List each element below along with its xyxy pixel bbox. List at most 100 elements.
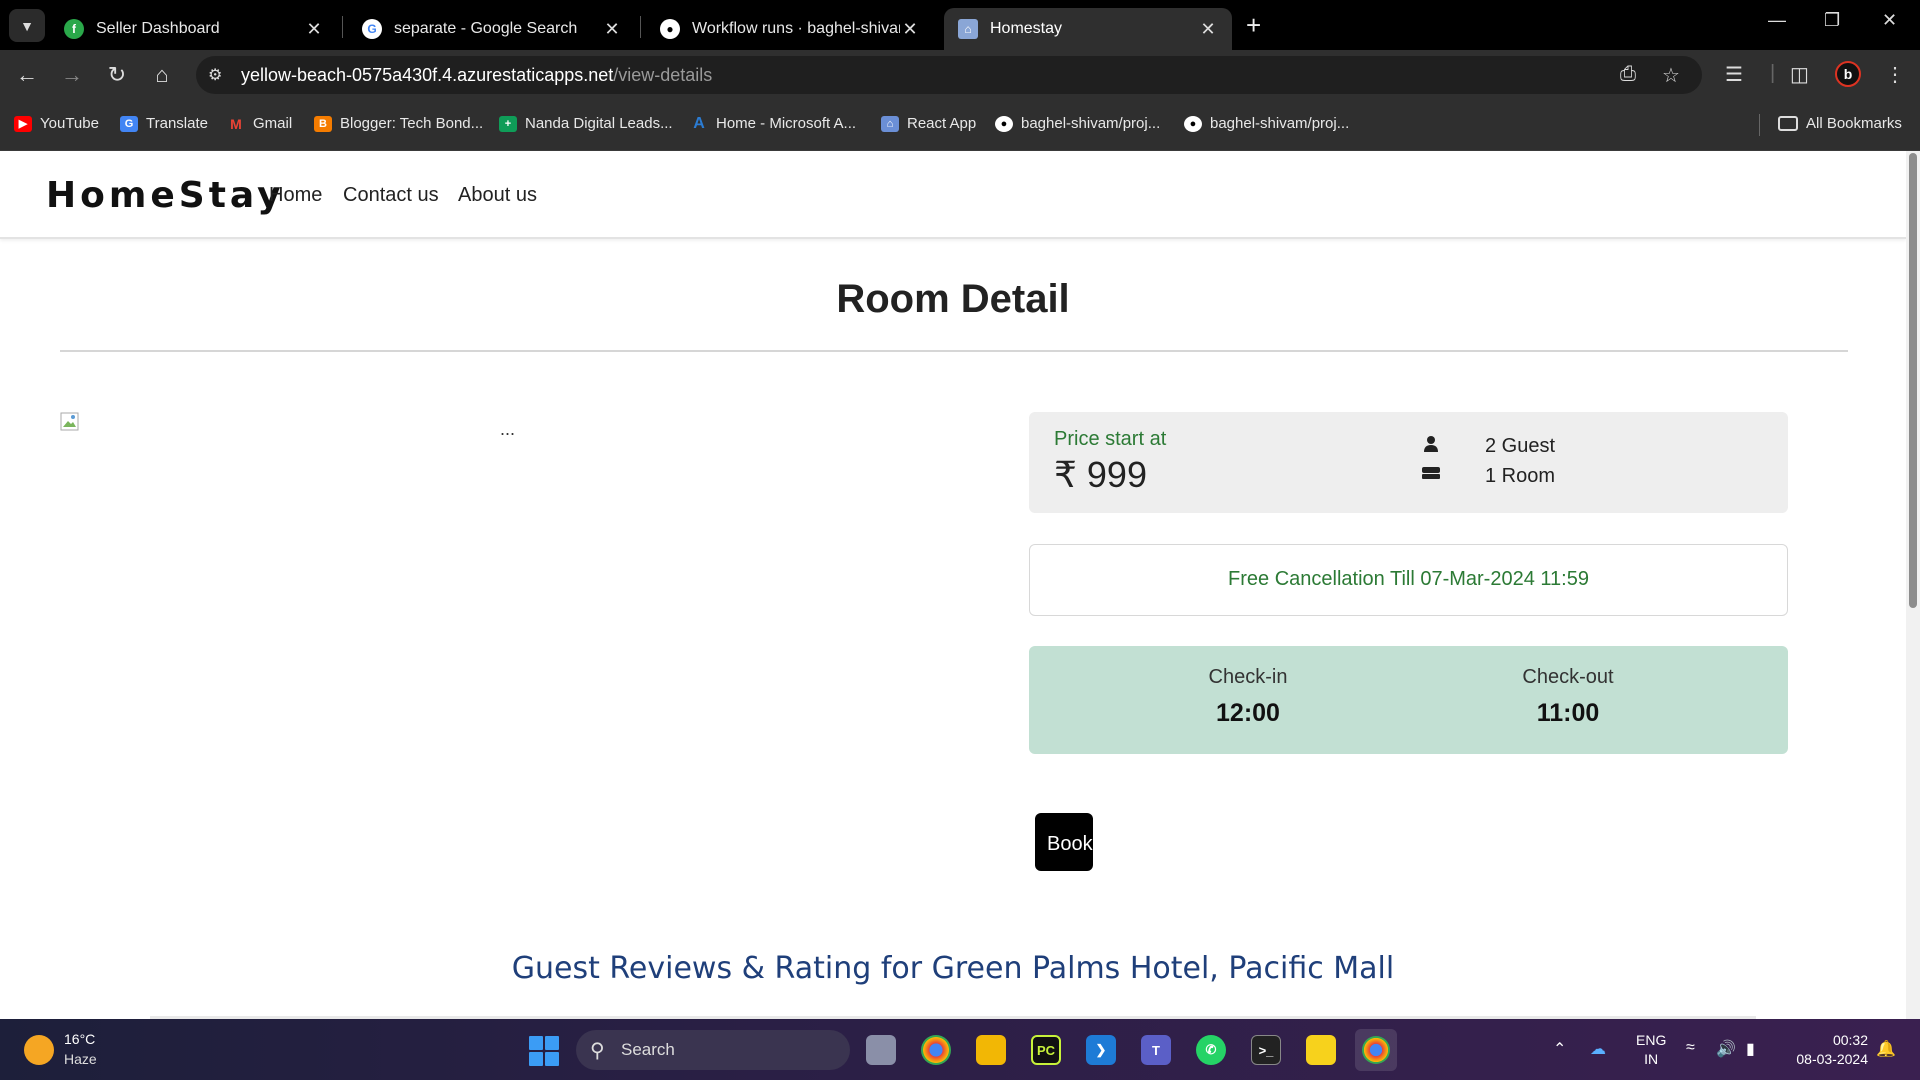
tab-seller-dashboard[interactable]: f Seller Dashboard ✕: [50, 8, 338, 50]
scrollbar-thumb[interactable]: [1909, 153, 1917, 608]
bookmark-label: baghel-shivam/proj...: [1021, 115, 1161, 132]
check-in-time: 12:00: [1216, 699, 1280, 727]
github-icon: ●: [995, 115, 1013, 132]
chrome-active-icon[interactable]: [1355, 1029, 1397, 1071]
bookmark-translate[interactable]: G Translate: [120, 115, 208, 132]
address-bar[interactable]: ⚙ yellow-beach-0575a430f.4.azurestaticap…: [196, 56, 1702, 94]
home-icon[interactable]: ⌂: [149, 62, 175, 88]
react-app-icon: ⌂: [881, 115, 899, 132]
bookmark-react-app[interactable]: ⌂ React App: [881, 115, 976, 132]
web-page: HomeStay Home Contact us About us Room D…: [0, 151, 1920, 1019]
close-icon[interactable]: ✕: [602, 19, 622, 40]
sheets-icon: +: [499, 115, 517, 132]
bookmark-github-1[interactable]: ● baghel-shivam/proj...: [995, 115, 1160, 132]
bookmark-nanda[interactable]: + Nanda Digital Leads...: [499, 115, 673, 132]
wifi-icon[interactable]: ≈: [1686, 1039, 1695, 1057]
battery-icon[interactable]: ▮: [1746, 1039, 1755, 1059]
homestay-icon: ⌂: [958, 19, 978, 39]
onedrive-icon[interactable]: ☁: [1590, 1039, 1606, 1059]
flipkart-icon: f: [64, 19, 84, 39]
vscode-icon[interactable]: ❯: [1086, 1035, 1116, 1065]
profile-avatar[interactable]: b: [1835, 61, 1861, 87]
chevron-down-icon: ▼: [20, 17, 34, 34]
teams-icon[interactable]: T: [1141, 1035, 1171, 1065]
nav-home[interactable]: Home: [269, 184, 322, 207]
forward-icon[interactable]: →: [59, 62, 85, 88]
toolbar: ← → ↻ ⌂ ⚙ yellow-beach-0575a430f.4.azure…: [0, 50, 1920, 100]
nav-about-us[interactable]: About us: [458, 184, 537, 207]
price-card: Price start at ₹ 999 2 Guest 1 Room: [1029, 412, 1788, 513]
clock-date: 08-03-2024: [1796, 1051, 1868, 1067]
bookmark-label: Blogger: Tech Bond...: [340, 115, 484, 132]
minimize-icon[interactable]: —: [1768, 10, 1786, 31]
tab-search-button[interactable]: ▼: [9, 9, 45, 42]
bookmark-github-2[interactable]: ● baghel-shivam/proj...: [1184, 115, 1349, 132]
site-navbar: HomeStay Home Contact us About us: [0, 151, 1906, 239]
bookmarks-bar: ▶ YouTube G Translate M Gmail B Blogger:…: [0, 100, 1920, 151]
all-bookmarks[interactable]: All Bookmarks: [1778, 115, 1902, 132]
bookmark-label: React App: [907, 115, 977, 132]
volume-icon[interactable]: 🔊: [1716, 1039, 1736, 1059]
window-close-icon[interactable]: ✕: [1882, 10, 1897, 31]
chrome-icon[interactable]: [921, 1035, 951, 1065]
close-icon[interactable]: ✕: [304, 19, 324, 40]
notification-bell-icon[interactable]: 🔔: [1876, 1039, 1896, 1059]
weather-temperature[interactable]: 16°C: [64, 1031, 95, 1047]
extensions-icon[interactable]: ☰: [1725, 62, 1743, 87]
reload-icon[interactable]: ↻: [104, 62, 130, 88]
install-app-icon[interactable]: ⎙: [1620, 63, 1636, 86]
menu-icon[interactable]: ⋮: [1885, 62, 1905, 87]
restore-icon[interactable]: ❐: [1824, 10, 1840, 31]
weather-icon[interactable]: [24, 1035, 54, 1065]
toolbar-divider: |: [1770, 62, 1776, 84]
language-indicator[interactable]: ENG IN: [1636, 1031, 1666, 1069]
bookmark-gmail[interactable]: M Gmail: [227, 115, 292, 132]
region-code: IN: [1644, 1051, 1659, 1067]
site-info-icon[interactable]: ⚙: [208, 65, 222, 85]
page-title: Room Detail: [836, 277, 1070, 321]
task-view-icon[interactable]: [866, 1035, 896, 1065]
check-out-label: Check-out: [1522, 666, 1614, 688]
whatsapp-icon[interactable]: ✆: [1196, 1035, 1226, 1065]
weather-condition[interactable]: Haze: [64, 1051, 97, 1067]
person-icon: [1421, 435, 1441, 458]
taskbar-search[interactable]: ⚲ Search: [576, 1030, 850, 1070]
tab-divider: [342, 16, 343, 38]
pycharm-icon[interactable]: PC: [1031, 1035, 1061, 1065]
tab-google-search[interactable]: G separate - Google Search ✕: [348, 8, 636, 50]
close-icon[interactable]: ✕: [1198, 19, 1218, 40]
tab-workflow-runs[interactable]: ● Workflow runs · baghel-shivam/ ✕: [646, 8, 934, 50]
brand-logo[interactable]: HomeStay: [46, 175, 285, 216]
bookmark-label: Translate: [146, 115, 208, 132]
bookmark-youtube[interactable]: ▶ YouTube: [14, 115, 99, 132]
page-scrollbar[interactable]: [1906, 151, 1920, 1019]
clock[interactable]: 00:32 08-03-2024: [1778, 1031, 1868, 1069]
clock-time: 00:32: [1832, 1032, 1868, 1048]
new-tab-button[interactable]: +: [1246, 12, 1261, 38]
back-icon[interactable]: ←: [14, 62, 40, 88]
screen: ▼ f Seller Dashboard ✕ G separate - Goog…: [0, 0, 1920, 1080]
file-explorer-icon[interactable]: [976, 1035, 1006, 1065]
gmail-icon: M: [230, 115, 242, 132]
azure-icon: A: [693, 114, 705, 132]
show-hidden-icons[interactable]: ⌃: [1553, 1039, 1566, 1059]
tab-homestay[interactable]: ⌂ Homestay ✕: [944, 8, 1232, 50]
side-panel-icon[interactable]: ◫: [1790, 62, 1809, 87]
tab-title: Workflow runs · baghel-shivam/: [692, 20, 900, 37]
reviews-heading: Guest Reviews & Rating for Green Palms H…: [511, 951, 1395, 986]
nav-contact-us[interactable]: Contact us: [343, 184, 439, 207]
github-icon: ●: [1184, 115, 1202, 132]
bookmark-blogger[interactable]: B Blogger: Tech Bond...: [314, 115, 483, 132]
url-path: /view-details: [613, 65, 713, 85]
sticky-notes-icon[interactable]: [1306, 1035, 1336, 1065]
taskbar-search-label: Search: [621, 1040, 675, 1059]
guest-count: 2 Guest: [1485, 435, 1556, 457]
bookmark-star-icon[interactable]: ☆: [1662, 63, 1680, 88]
windows-start-icon[interactable]: [529, 1036, 559, 1066]
book-button[interactable]: Book: [1035, 813, 1093, 871]
terminal-icon[interactable]: >_: [1251, 1035, 1281, 1065]
close-icon[interactable]: ✕: [900, 19, 920, 40]
check-in: Check-in 12:00: [1148, 666, 1348, 728]
bookmark-microsoft[interactable]: A Home - Microsoft A...: [690, 114, 856, 133]
bookmark-label: YouTube: [40, 115, 99, 132]
